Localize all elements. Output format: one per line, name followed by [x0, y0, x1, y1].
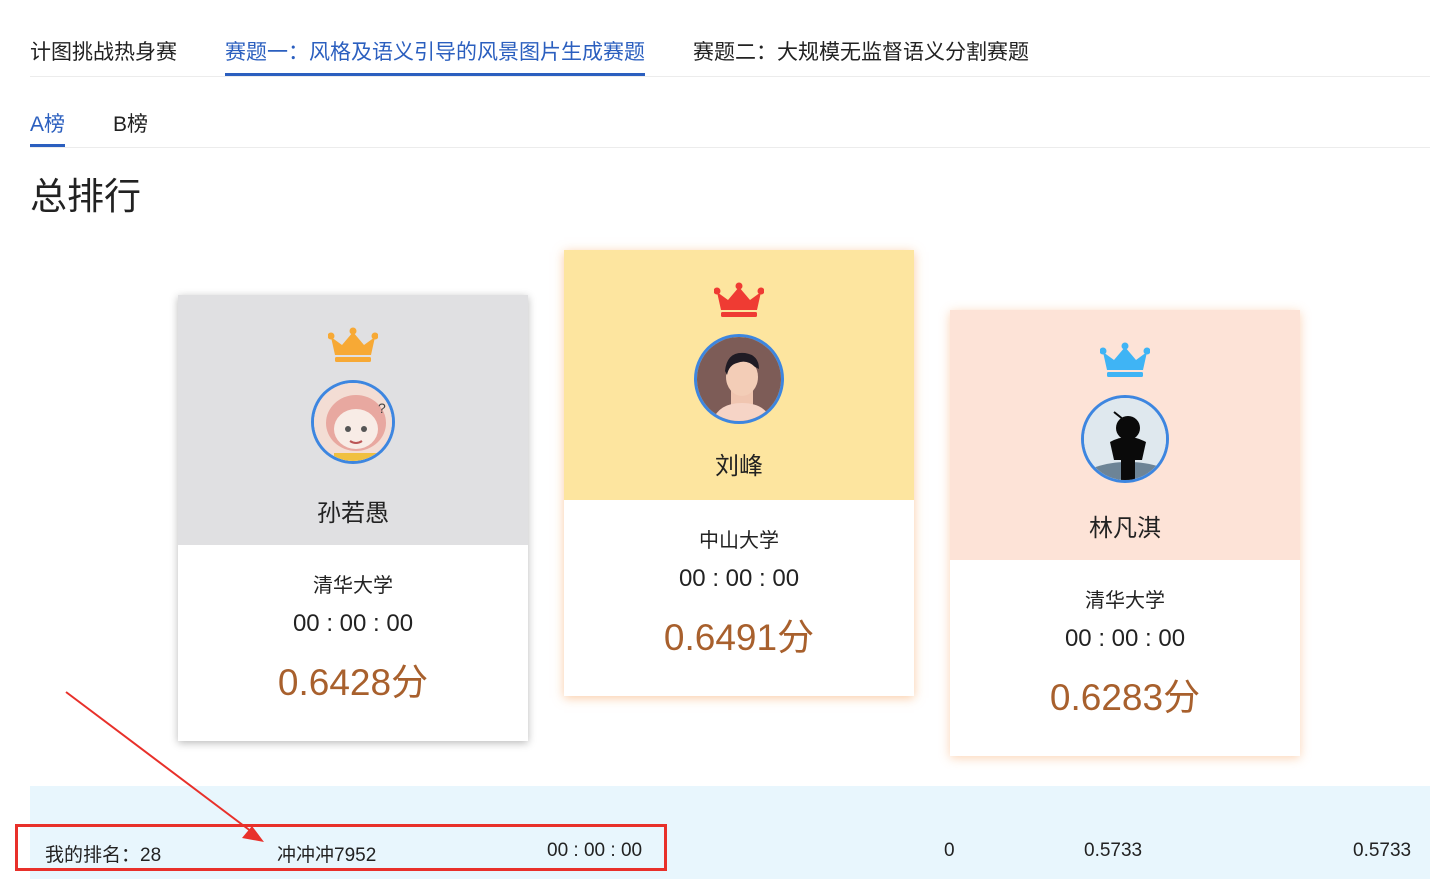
annotation-arrow-icon — [65, 691, 264, 842]
